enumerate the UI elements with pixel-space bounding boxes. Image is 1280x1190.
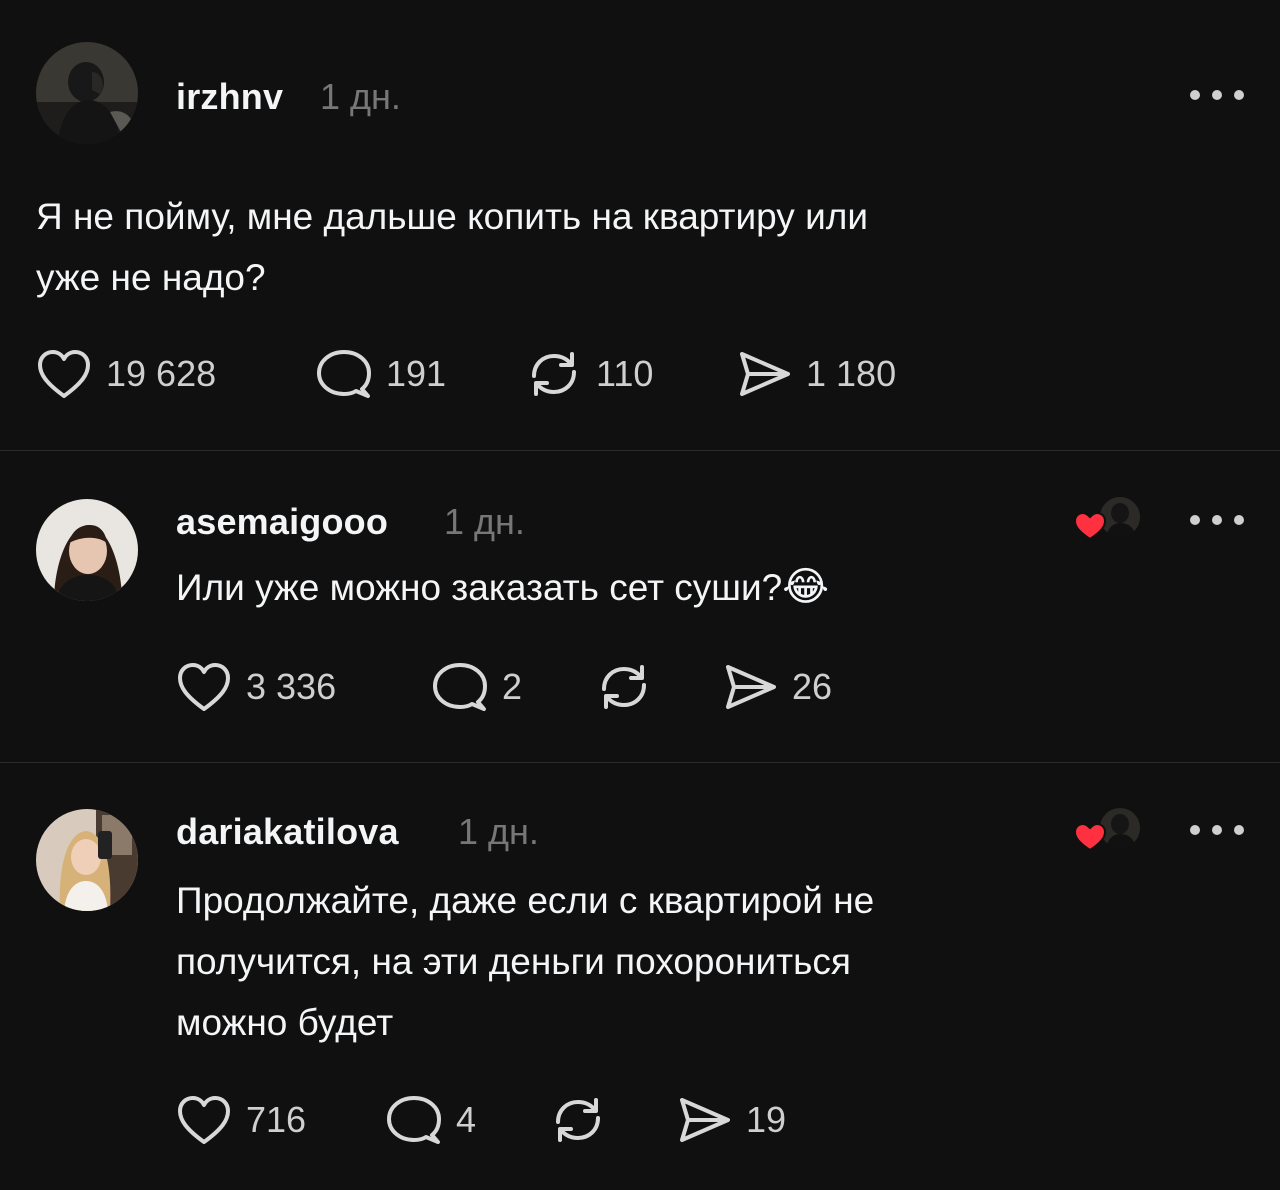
post-text-line: Или уже можно заказать сет суши?😂 [176, 557, 829, 618]
like-count: 19 628 [106, 353, 217, 394]
tears-of-joy-emoji: 😂 [782, 565, 829, 609]
post-timestamp: 1 дн. [458, 811, 539, 852]
like-button[interactable]: 19 628 [36, 348, 216, 400]
username[interactable]: asemaigooo [176, 501, 388, 543]
comment-button[interactable]: 191 [316, 348, 446, 400]
avatar[interactable] [36, 809, 138, 911]
comment-bubble-icon [317, 350, 371, 398]
heart-icon [178, 663, 230, 711]
more-dots-icon[interactable] [1190, 88, 1246, 102]
comment-button[interactable]: 2 [432, 661, 522, 713]
comment-bubble-icon [387, 1096, 441, 1144]
comment-count: 191 [386, 353, 447, 394]
post-text: Я не пойму, мне дальше копить на квартир… [36, 186, 868, 308]
share-button[interactable]: 1 180 [736, 348, 896, 400]
post-text-content: Или уже можно заказать сет суши? [176, 567, 783, 608]
share-count: 1 180 [806, 353, 897, 394]
post-text: Или уже можно заказать сет суши?😂 [176, 557, 829, 618]
avatar[interactable] [36, 499, 138, 601]
comment-bubble-icon [433, 663, 487, 711]
liked-by-author-heart-icon [1073, 495, 1144, 543]
username[interactable]: dariakatilova [176, 811, 399, 853]
post-timestamp: 1 дн. [444, 501, 525, 542]
repost-arrows-icon [602, 665, 646, 709]
comment-count: 4 [456, 1099, 477, 1140]
more-dots-icon[interactable] [1190, 823, 1246, 837]
comment-count: 2 [502, 666, 523, 707]
repost-button[interactable] [550, 1094, 620, 1146]
repost-button[interactable]: 110 [526, 348, 653, 400]
post-text-line: уже не надо? [36, 257, 266, 298]
repost-button[interactable] [596, 661, 666, 713]
thread-post: irzhnv 1 дн. Я не пойму, мне дальше копи… [0, 0, 1280, 450]
send-icon [726, 665, 776, 709]
post-timestamp: 1 дн. [320, 76, 401, 117]
like-count: 3 336 [246, 666, 337, 707]
more-dots-icon[interactable] [1190, 513, 1246, 527]
liked-by-author-heart-icon [1073, 806, 1144, 854]
username[interactable]: irzhnv [176, 76, 283, 118]
share-count: 19 [746, 1099, 787, 1140]
repost-arrows-icon [556, 1098, 600, 1142]
heart-icon [38, 350, 90, 398]
comment-button[interactable]: 4 [386, 1094, 476, 1146]
post-text-line: можно будет [176, 1002, 394, 1043]
like-button[interactable]: 3 336 [176, 661, 336, 713]
post-text-line: Я не пойму, мне дальше копить на квартир… [36, 196, 869, 237]
post-text-line: Продолжайте, даже если с квартирой не [176, 880, 875, 921]
share-button[interactable]: 19 [676, 1094, 786, 1146]
post-text: Продолжайте, даже если с квартирой не по… [176, 870, 874, 1053]
reply-post: dariakatilova 1 дн. Продолжайте, даже ес… [0, 763, 1280, 1190]
like-count: 716 [246, 1099, 307, 1140]
heart-icon [178, 1096, 230, 1144]
post-text-line: получится, на эти деньги похорониться [176, 941, 851, 982]
like-button[interactable]: 716 [176, 1094, 306, 1146]
avatar[interactable] [36, 42, 138, 144]
reply-post: asemaigooo 1 дн. Или уже можно заказать … [0, 451, 1280, 761]
send-icon [740, 352, 790, 396]
repost-arrows-icon [532, 352, 576, 396]
share-count: 26 [792, 666, 833, 707]
share-button[interactable]: 26 [722, 661, 832, 713]
send-icon [680, 1098, 730, 1142]
repost-count: 110 [596, 353, 654, 394]
